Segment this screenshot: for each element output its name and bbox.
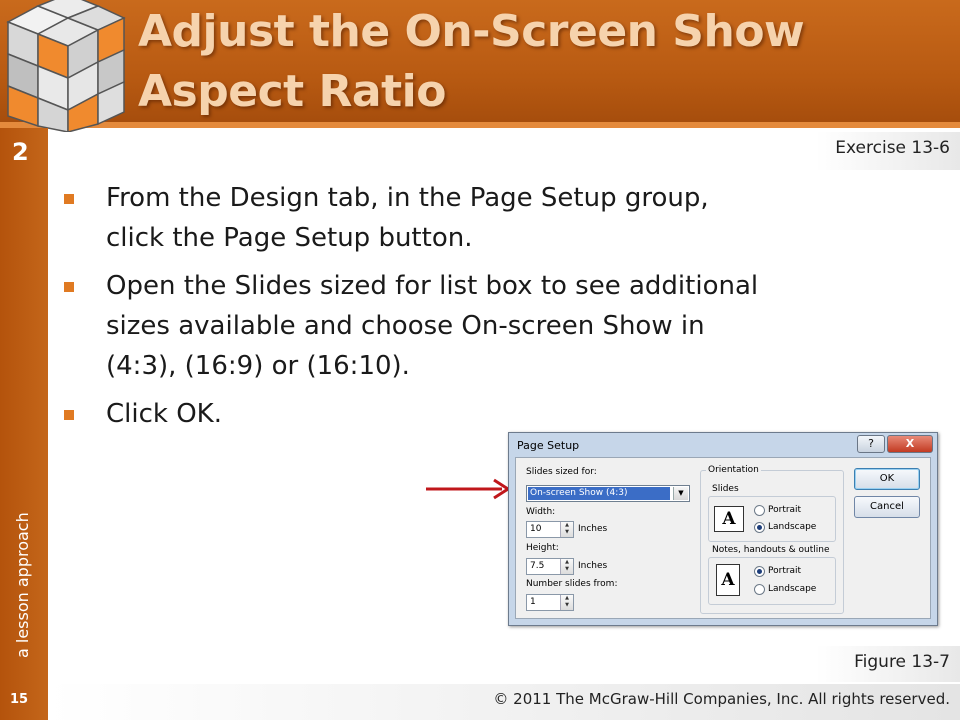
figure-tag: Figure 13-7	[816, 646, 960, 682]
sidebar-tagline-wrap: a lesson approach	[6, 468, 36, 658]
close-button[interactable]: X	[887, 435, 933, 453]
slides-portrait-radio[interactable]	[754, 505, 765, 516]
dialog-body: Slides sized for: On-screen Show (4:3) ▼…	[515, 457, 931, 619]
exercise-label: Exercise 13-6	[835, 138, 950, 158]
bullet-item: Click OK.	[60, 394, 760, 434]
spin-arrows-icon[interactable]: ▲ ▼	[560, 559, 573, 574]
help-button[interactable]: ?	[857, 435, 885, 453]
bullet-square-icon	[64, 410, 74, 420]
pointer-arrow-icon	[426, 478, 511, 500]
number-slides-label: Number slides from:	[526, 579, 618, 589]
height-unit: Inches	[578, 561, 608, 571]
landscape-page-icon: A	[714, 506, 744, 532]
notes-landscape-label: Landscape	[768, 584, 817, 594]
width-stepper[interactable]: 10 ▲ ▼	[526, 521, 574, 538]
notes-portrait-label: Portrait	[768, 566, 802, 576]
portrait-page-icon: A	[716, 564, 740, 596]
number-slides-stepper[interactable]: 1 ▲ ▼	[526, 594, 574, 611]
exercise-tag: Exercise 13-6	[816, 132, 960, 170]
bullet-square-icon	[64, 194, 74, 204]
bullet-square-icon	[64, 282, 74, 292]
sidebar-tagline: a lesson approach	[13, 512, 32, 658]
copyright-text: © 2011 The McGraw-Hill Companies, Inc. A…	[493, 690, 950, 708]
cancel-button[interactable]: Cancel	[854, 496, 920, 518]
slide-title: Adjust the On-Screen Show Aspect Ratio	[138, 6, 805, 117]
footer-bar: © 2011 The McGraw-Hill Companies, Inc. A…	[48, 684, 960, 720]
lesson-number: 2	[12, 138, 29, 166]
slides-sized-for-select[interactable]: On-screen Show (4:3) ▼	[526, 485, 690, 502]
bullet-text: Open the Slides sized for list box to se…	[106, 271, 759, 381]
chevron-down-icon[interactable]: ▼	[673, 487, 688, 500]
number-slides-value: 1	[530, 597, 536, 607]
header-bar: Adjust the On-Screen Show Aspect Ratio	[0, 0, 960, 128]
bullet-text: Click OK.	[106, 399, 222, 429]
slides-portrait-label: Portrait	[768, 505, 802, 515]
bullet-item: Open the Slides sized for list box to se…	[60, 266, 760, 386]
slides-landscape-label: Landscape	[768, 522, 817, 532]
height-stepper[interactable]: 7.5 ▲ ▼	[526, 558, 574, 575]
spin-arrows-icon[interactable]: ▲ ▼	[560, 595, 573, 610]
width-unit: Inches	[578, 524, 608, 534]
height-label: Height:	[526, 543, 559, 553]
page-setup-dialog: Page Setup ? X Slides sized for: On-scre…	[508, 432, 938, 626]
figure-label: Figure 13-7	[854, 652, 950, 672]
orientation-label: Orientation	[706, 465, 761, 475]
slides-landscape-radio[interactable]	[754, 522, 765, 533]
ok-button[interactable]: OK	[854, 468, 920, 490]
notes-group-label: Notes, handouts & outline	[712, 545, 830, 555]
spin-arrows-icon[interactable]: ▲ ▼	[560, 522, 573, 537]
slides-group-label: Slides	[712, 484, 739, 494]
cube-logo-icon	[6, 0, 126, 132]
slides-sized-for-label: Slides sized for:	[526, 467, 597, 477]
width-label: Width:	[526, 507, 556, 517]
notes-portrait-radio[interactable]	[754, 566, 765, 577]
width-value: 10	[530, 524, 542, 534]
notes-landscape-radio[interactable]	[754, 584, 765, 595]
bullet-item: From the Design tab, in the Page Setup g…	[60, 178, 760, 258]
bullet-text: From the Design tab, in the Page Setup g…	[106, 183, 709, 253]
page-number: 15	[10, 692, 29, 707]
header-underline	[0, 122, 960, 128]
height-value: 7.5	[530, 561, 545, 571]
bullet-list: From the Design tab, in the Page Setup g…	[60, 178, 760, 442]
slides-sized-for-value: On-screen Show (4:3)	[528, 487, 670, 500]
dialog-title: Page Setup	[517, 439, 580, 452]
